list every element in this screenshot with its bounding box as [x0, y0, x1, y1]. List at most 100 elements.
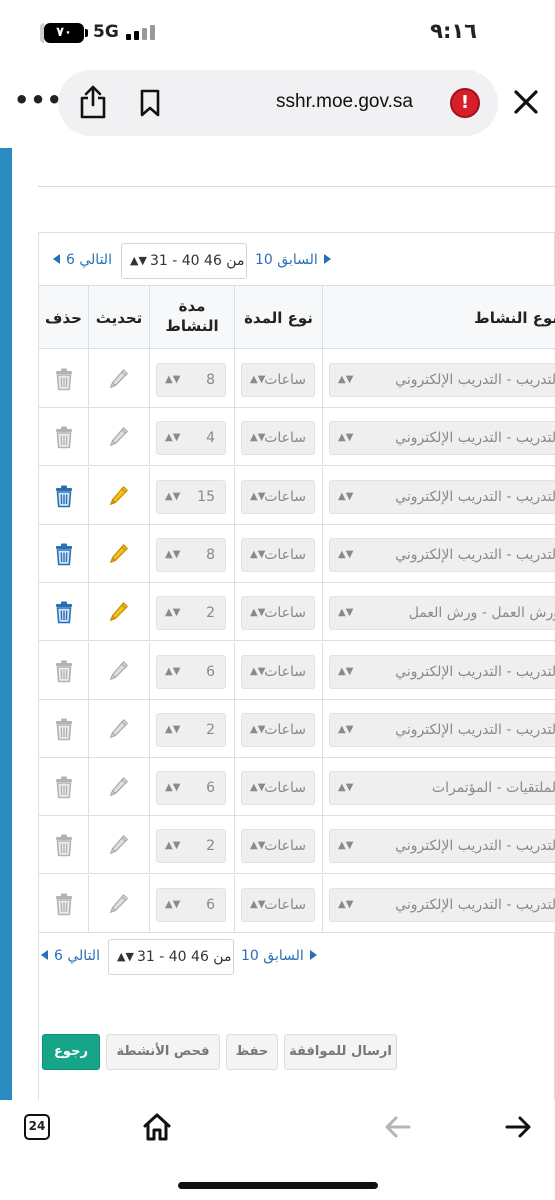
duration-type-cell: ▲▼ ساعات	[234, 642, 322, 700]
updown-chevron-icon: ▲▼	[338, 549, 354, 560]
divider	[38, 186, 555, 187]
page-range-select[interactable]: ▲▼ 31 - 40 من 46	[108, 939, 234, 975]
activity-type-cell: ▲▼ التدريب - التدريب الإلكتروني	[322, 875, 555, 933]
bookmark-icon[interactable]	[138, 88, 162, 118]
tabs-icon[interactable]: 24	[24, 1114, 50, 1140]
update-cell	[88, 525, 149, 583]
table-row: ▲▼ 6 ▲▼ ساعات ▲▼ الملتقيات - المؤتمرات	[39, 758, 555, 816]
duration-cell: ▲▼ 8	[149, 350, 234, 408]
duration-cell: ▲▼ 8	[149, 525, 234, 583]
header-activity-type: نوع النشاط	[322, 286, 555, 350]
activity-type-select: ▲▼ التدريب - التدريب الإلكتروني	[329, 829, 555, 863]
trash-icon	[55, 834, 72, 857]
duration-type-cell: ▲▼ ساعات	[234, 583, 322, 641]
pager-next-link[interactable]: التالي 6	[53, 252, 112, 268]
pencil-icon[interactable]	[108, 484, 130, 508]
pencil-icon	[109, 894, 128, 914]
pager-prev-link[interactable]: السابق 10	[241, 948, 317, 964]
duration-stepper: ▲▼ 6	[156, 655, 226, 689]
site-warning-icon[interactable]: !	[450, 88, 480, 118]
pager-next-link[interactable]: التالي 6	[41, 948, 100, 964]
duration-type-select: ▲▼ ساعات	[241, 829, 315, 863]
delete-cell	[39, 583, 88, 641]
browser-bar: ••• sshr.moe.gov.sa !	[0, 62, 555, 148]
back-arrow-icon[interactable]	[384, 1114, 412, 1140]
share-icon[interactable]	[78, 84, 108, 120]
updown-chevron-icon: ▲▼	[250, 899, 266, 910]
pager-prev-link[interactable]: السابق 10	[255, 252, 331, 268]
pencil-icon[interactable]	[108, 600, 130, 624]
activity-type-cell: ▲▼ ورش العمل - ورش العمل	[322, 583, 555, 641]
trash-icon	[55, 426, 72, 449]
update-cell	[88, 758, 149, 816]
status-bar: ٧٠ 5G ٩:١٦	[0, 0, 555, 62]
duration-stepper: ▲▼ 6	[156, 771, 226, 805]
trash-icon[interactable]	[53, 600, 75, 624]
trash-icon[interactable]	[53, 542, 75, 566]
duration-stepper: ▲▼ 4	[156, 421, 226, 455]
table-row: ▲▼ 2 ▲▼ ساعات ▲▼ التدريب - التدريب الإلكتروني	[39, 700, 555, 758]
page-range-select[interactable]: ▲▼ 31 - 40 من 46	[121, 243, 247, 279]
home-icon[interactable]	[142, 1112, 172, 1142]
url-text[interactable]: sshr.moe.gov.sa	[276, 91, 413, 113]
updown-chevron-icon: ▲▼	[250, 782, 266, 793]
pencil-icon	[109, 369, 128, 389]
table-row: ▲▼ 8 ▲▼ ساعات ▲▼ التدريب - التدريب الإلكتروني	[39, 350, 555, 408]
delete-cell	[39, 758, 88, 816]
updown-chevron-icon: ▲▼	[250, 491, 266, 502]
duration-type-select: ▲▼ ساعات	[241, 363, 315, 397]
network-type: 5G	[93, 22, 119, 42]
duration-cell: ▲▼ 6	[149, 758, 234, 816]
updown-chevron-icon: ▲▼	[250, 840, 266, 851]
send-for-approval-button[interactable]: ارسال للموافقة	[284, 1034, 397, 1070]
table-header: حذف تحديث مدة النشاط نوع المدة نوع النشا…	[39, 285, 555, 350]
updown-chevron-icon: ▲▼	[250, 432, 266, 443]
updown-chevron-icon: ▲▼	[338, 374, 354, 385]
update-cell	[88, 408, 149, 466]
forward-arrow-icon[interactable]	[504, 1114, 532, 1140]
duration-type-select: ▲▼ ساعات	[241, 713, 315, 747]
delete-cell	[39, 642, 88, 700]
duration-cell: ▲▼ 15	[149, 467, 234, 525]
pencil-icon	[109, 777, 128, 797]
duration-type-select: ▲▼ ساعات	[241, 888, 315, 922]
table-row: ▲▼ 2 ▲▼ ساعات ▲▼ ورش العمل - ورش العمل	[39, 583, 555, 641]
delete-cell	[39, 525, 88, 583]
duration-stepper: ▲▼ 15	[156, 480, 226, 514]
form-actions: رجوع فحص الأنشطة حفظ ارسال للموافقة	[42, 1034, 402, 1070]
duration-type-select: ▲▼ ساعات	[241, 480, 315, 514]
updown-chevron-icon: ▲▼	[165, 549, 181, 560]
table-row: ▲▼ 2 ▲▼ ساعات ▲▼ التدريب - التدريب الإلكتروني	[39, 816, 555, 874]
updown-chevron-icon: ▲▼	[117, 950, 134, 963]
table-row: ▲▼ 8 ▲▼ ساعات ▲▼ التدريب - التدريب الإلكتروني	[39, 525, 555, 583]
address-bar[interactable]: sshr.moe.gov.sa !	[58, 70, 498, 136]
updown-chevron-icon: ▲▼	[250, 724, 266, 735]
duration-cell: ▲▼ 6	[149, 875, 234, 933]
duration-stepper: ▲▼ 8	[156, 363, 226, 397]
trash-icon	[55, 718, 72, 741]
pencil-icon[interactable]	[108, 542, 130, 566]
duration-type-cell: ▲▼ ساعات	[234, 408, 322, 466]
header-duration: مدة النشاط	[149, 286, 234, 350]
updown-chevron-icon: ▲▼	[165, 607, 181, 618]
updown-chevron-icon: ▲▼	[338, 491, 354, 502]
duration-type-cell: ▲▼ ساعات	[234, 467, 322, 525]
updown-chevron-icon: ▲▼	[250, 549, 266, 560]
updown-chevron-icon: ▲▼	[165, 432, 181, 443]
activity-type-cell: ▲▼ الملتقيات - المؤتمرات	[322, 758, 555, 816]
updown-chevron-icon: ▲▼	[338, 666, 354, 677]
updown-chevron-icon: ▲▼	[338, 899, 354, 910]
duration-type-cell: ▲▼ ساعات	[234, 525, 322, 583]
table-row: ▲▼ 15 ▲▼ ساعات ▲▼ التدريب - التدريب الإلكترون…	[39, 467, 555, 525]
side-accent-bar	[0, 148, 12, 1100]
delete-cell	[39, 408, 88, 466]
trash-icon[interactable]	[53, 484, 75, 508]
more-options-button[interactable]: •••	[14, 88, 63, 112]
update-cell	[88, 642, 149, 700]
close-icon[interactable]	[512, 88, 540, 116]
table-row: ▲▼ 6 ▲▼ ساعات ▲▼ التدريب - التدريب الإلكتروني	[39, 875, 555, 933]
activity-type-select: ▲▼ التدريب - التدريب الإلكتروني	[329, 363, 555, 397]
back-button[interactable]: رجوع	[42, 1034, 100, 1070]
save-button[interactable]: حفظ	[226, 1034, 278, 1070]
check-activities-button[interactable]: فحص الأنشطة	[106, 1034, 220, 1070]
